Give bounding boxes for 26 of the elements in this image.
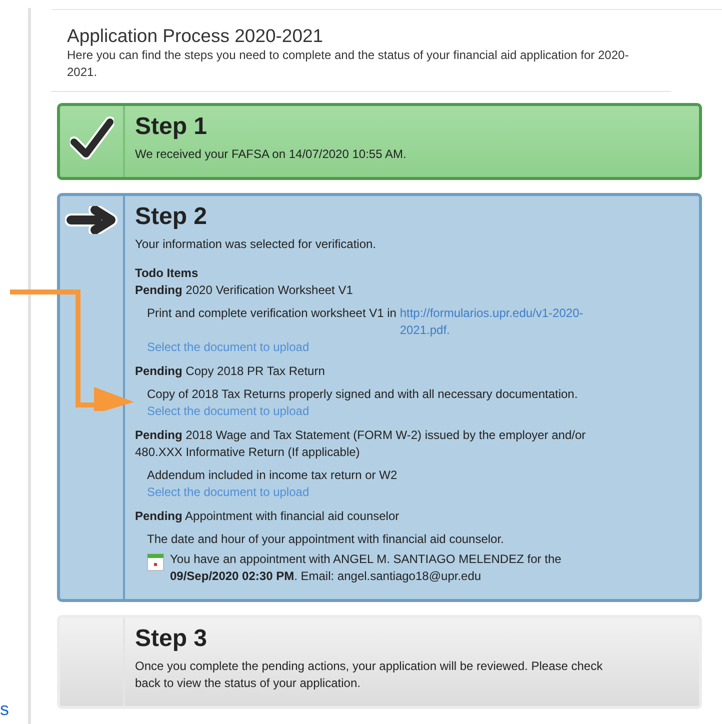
step-title: Step 2: [135, 202, 208, 232]
item-description: Addendum included in income tax return or W2: [147, 467, 398, 484]
intro-text: Here you can find the steps you need to complete and the status of your financial aid application for 2020-2021.: [66, 47, 630, 82]
checkmark-icon: [70, 116, 114, 160]
item-description: Print and complete verification worksheet V1 in http://formularios.upr.edu/v1-2020-2021.pdf.: [147, 305, 619, 340]
todo-item-title: Pending 2020 Verification Worksheet V1: [135, 282, 354, 300]
todo-item-title: Pending Appointment with financial aid counselor: [135, 508, 400, 526]
item-description: Copy of 2018 Tax Returns properly signed and with all necessary documentation.: [147, 386, 579, 404]
step-title: Step 1: [135, 112, 208, 142]
todo-item-title: Pending Copy 2018 PR Tax Return: [135, 363, 326, 380]
link-fragment[interactable]: s: [0, 700, 9, 718]
todo-heading: Todo Items: [135, 265, 200, 282]
step-message: We received your FAFSA on 14/07/2020 10:55 AM.: [135, 146, 406, 164]
upload-link[interactable]: Select the document to upload: [147, 484, 310, 502]
page-title: Application Process 2020-2021: [66, 24, 324, 48]
todo-item-title: Pending 2018 Wage and Tax Statement (FORM W-2) issued by the employer and/or 480.XXX Informative Return (If applicable): [135, 427, 587, 462]
arrow-right-icon: [64, 206, 118, 234]
step-title: Step 3: [135, 624, 208, 654]
upload-link[interactable]: Select the document to upload: [147, 403, 310, 420]
appointment-text: You have an appointment with ANGEL M. SANTIAGO MELENDEZ for the 09/Sep/2020 02:30 PM. Email: angel.santiago18@upr.edu: [170, 551, 562, 586]
upload-link[interactable]: Select the document to upload: [147, 339, 310, 356]
item-description: The date and hour of your appointment with financial aid counselor.: [147, 531, 505, 548]
calendar-icon: [147, 553, 164, 572]
document-link[interactable]: http://formularios.upr.edu/v1-2020-2021.pdf.: [400, 305, 615, 340]
step-message: Your information was selected for verification.: [135, 236, 378, 254]
step-message: Once you complete the pending actions, your application will be reviewed. Please check back to view the status of your application.: [135, 658, 604, 692]
